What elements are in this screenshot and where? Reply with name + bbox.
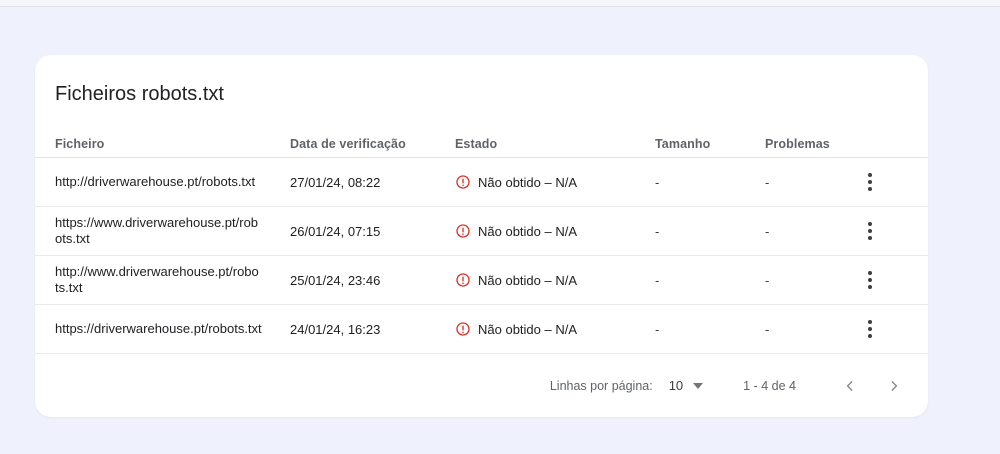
status-label: Não obtido – N/A [478, 223, 578, 239]
column-header-issues: Problemas [765, 136, 830, 151]
dropdown-arrow-icon [693, 382, 704, 389]
robots-files-table: Ficheiro Data de verificação Estado Tama… [35, 130, 928, 354]
kebab-menu-icon[interactable] [858, 170, 882, 194]
status-cell: Não obtido – N/A [455, 321, 655, 337]
column-header-date: Data de verificação [290, 136, 406, 151]
pager-controls [838, 374, 906, 398]
column-header-status: Estado [455, 136, 498, 151]
column-header-size: Tamanho [655, 136, 711, 151]
kebab-menu-icon[interactable] [858, 268, 882, 292]
chevron-right-icon[interactable] [882, 374, 906, 398]
status-cell: Não obtido – N/A [455, 223, 655, 239]
status-cell: Não obtido – N/A [455, 174, 655, 190]
status-label: Não obtido – N/A [478, 174, 578, 190]
table-row: https://www.driverwarehouse.pt/robots.tx… [35, 207, 928, 256]
table-row: http://driverwarehouse.pt/robots.txt 27/… [35, 158, 928, 207]
chevron-left-icon[interactable] [838, 374, 862, 398]
issues-value: - [765, 272, 770, 288]
verification-date: 26/01/24, 07:15 [290, 223, 381, 239]
actions-cell [858, 268, 910, 292]
status-label: Não obtido – N/A [478, 321, 578, 337]
rows-per-page-select[interactable]: 10 [668, 378, 704, 393]
robots-files-card: Ficheiros robots.txt Ficheiro Data de ve… [35, 55, 928, 417]
top-app-bar-edge [0, 0, 1000, 7]
status-label: Não obtido – N/A [478, 272, 578, 288]
error-outline-icon [455, 321, 471, 337]
file-url: http://www.driverwarehouse.pt/robots.txt [55, 264, 259, 295]
pagination-range: 1 - 4 de 4 [743, 378, 796, 393]
size-value: - [655, 272, 660, 288]
error-outline-icon [455, 223, 471, 239]
column-header-file: Ficheiro [55, 136, 105, 151]
size-value: - [655, 223, 660, 239]
actions-cell [858, 219, 910, 243]
error-outline-icon [455, 174, 471, 190]
rows-per-page-label: Linhas por página: [549, 378, 653, 393]
verification-date: 24/01/24, 16:23 [290, 321, 381, 337]
table-row: https://driverwarehouse.pt/robots.txt 24… [35, 305, 928, 354]
issues-value: - [765, 321, 770, 337]
table-row: http://www.driverwarehouse.pt/robots.txt… [35, 256, 928, 305]
status-cell: Não obtido – N/A [455, 272, 655, 288]
verification-date: 25/01/24, 23:46 [290, 272, 381, 288]
issues-value: - [765, 223, 770, 239]
error-outline-icon [455, 272, 471, 288]
table-header-row: Ficheiro Data de verificação Estado Tama… [35, 130, 928, 158]
file-url: https://www.driverwarehouse.pt/robots.tx… [55, 215, 259, 246]
actions-cell [858, 170, 910, 194]
file-url: https://driverwarehouse.pt/robots.txt [55, 321, 262, 336]
table-pagination: Linhas por página: 10 1 - 4 de 4 [35, 354, 928, 417]
kebab-menu-icon[interactable] [858, 317, 882, 341]
issues-value: - [765, 174, 770, 190]
size-value: - [655, 321, 660, 337]
kebab-menu-icon[interactable] [858, 219, 882, 243]
rows-per-page-value: 10 [668, 378, 684, 393]
verification-date: 27/01/24, 08:22 [290, 174, 381, 190]
size-value: - [655, 174, 660, 190]
page-title: Ficheiros robots.txt [55, 83, 224, 105]
actions-cell [858, 317, 910, 341]
file-url: http://driverwarehouse.pt/robots.txt [55, 174, 256, 189]
